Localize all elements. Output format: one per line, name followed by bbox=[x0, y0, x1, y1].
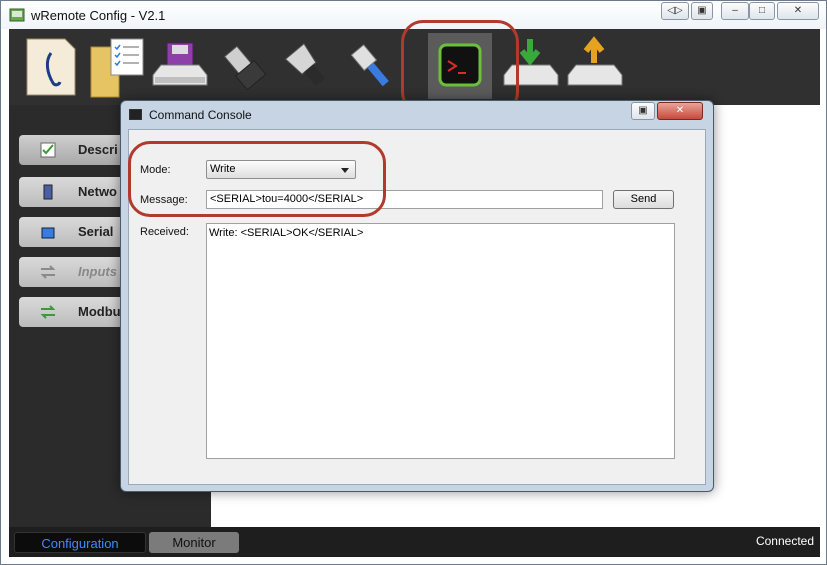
app-icon bbox=[9, 8, 25, 22]
drive-save-icon bbox=[152, 42, 208, 86]
toolbar bbox=[9, 29, 820, 105]
received-label: Received: bbox=[140, 226, 189, 238]
sidebar-item-label: Netwo bbox=[78, 184, 117, 199]
received-output[interactable]: Write: <SERIAL>OK</SERIAL> bbox=[206, 223, 675, 459]
tool-usb[interactable] bbox=[211, 33, 275, 99]
tool-network[interactable] bbox=[339, 33, 403, 99]
checklist-icon bbox=[39, 141, 57, 159]
mode-select-value: Write bbox=[210, 163, 236, 175]
title-bar: wRemote Config - V2.1 ◁▷ ▣ – □ ✕ bbox=[1, 1, 826, 29]
download-drive-icon bbox=[503, 39, 559, 86]
dialog-close-button[interactable]: ✕ bbox=[657, 102, 703, 120]
tool-folder[interactable] bbox=[83, 33, 147, 99]
command-console-dialog: Command Console ▣ ✕ Mode: Write Message:… bbox=[120, 100, 714, 492]
mode-label: Mode: bbox=[140, 164, 171, 176]
sidebar-item-label: Inputs bbox=[78, 264, 117, 279]
dialog-title: Command Console bbox=[149, 108, 252, 122]
maximize-button[interactable]: □ bbox=[749, 2, 775, 20]
sidebar-item-label: Serial bbox=[78, 224, 114, 239]
sidebar-item-label: Descri bbox=[78, 142, 118, 157]
dialog-body: Mode: Write Message: <SERIAL>tou=4000</S… bbox=[128, 129, 706, 485]
dropdown-arrow-icon bbox=[341, 168, 349, 173]
network-cable-icon bbox=[350, 44, 389, 87]
tool-description[interactable] bbox=[19, 33, 83, 99]
tool-console[interactable] bbox=[428, 33, 492, 99]
send-button[interactable]: Send bbox=[613, 190, 674, 209]
dialog-restore-button[interactable]: ▣ bbox=[631, 102, 655, 120]
network-device-icon bbox=[39, 183, 57, 201]
dialog-title-bar: Command Console ▣ ✕ bbox=[121, 101, 713, 129]
sidebar-item-label: Modbu bbox=[78, 304, 121, 319]
swap-arrows-icon bbox=[39, 303, 57, 321]
tool-serial[interactable] bbox=[275, 33, 339, 99]
upload-drive-icon bbox=[567, 36, 623, 86]
description-document-icon bbox=[26, 38, 76, 96]
usb-connector-icon bbox=[223, 45, 267, 91]
tab-configuration[interactable]: Configuration bbox=[14, 532, 146, 553]
serial-port-icon bbox=[39, 223, 57, 241]
tool-download[interactable] bbox=[498, 33, 562, 99]
folder-checklist-icon bbox=[90, 38, 144, 98]
tool-upload[interactable] bbox=[562, 33, 626, 99]
command-console-icon bbox=[438, 43, 482, 87]
status-bar: Configuration Monitor Connected bbox=[9, 527, 820, 557]
console-window-icon bbox=[129, 109, 142, 120]
tab-monitor[interactable]: Monitor bbox=[149, 532, 239, 553]
message-label: Message: bbox=[140, 194, 188, 206]
close-button[interactable]: ✕ bbox=[777, 2, 819, 20]
nav-arrows-button[interactable]: ◁▷ bbox=[661, 2, 689, 20]
tool-save[interactable] bbox=[147, 33, 211, 99]
swap-arrows-icon bbox=[39, 263, 57, 281]
message-input[interactable]: <SERIAL>tou=4000</SERIAL> bbox=[206, 190, 603, 209]
minimize-button[interactable]: – bbox=[721, 2, 749, 20]
connection-status: Connected bbox=[755, 534, 814, 548]
serial-cable-icon bbox=[284, 42, 326, 86]
restore-view-button[interactable]: ▣ bbox=[691, 2, 713, 20]
window-title: wRemote Config - V2.1 bbox=[31, 8, 166, 23]
mode-select[interactable]: Write bbox=[206, 160, 356, 179]
